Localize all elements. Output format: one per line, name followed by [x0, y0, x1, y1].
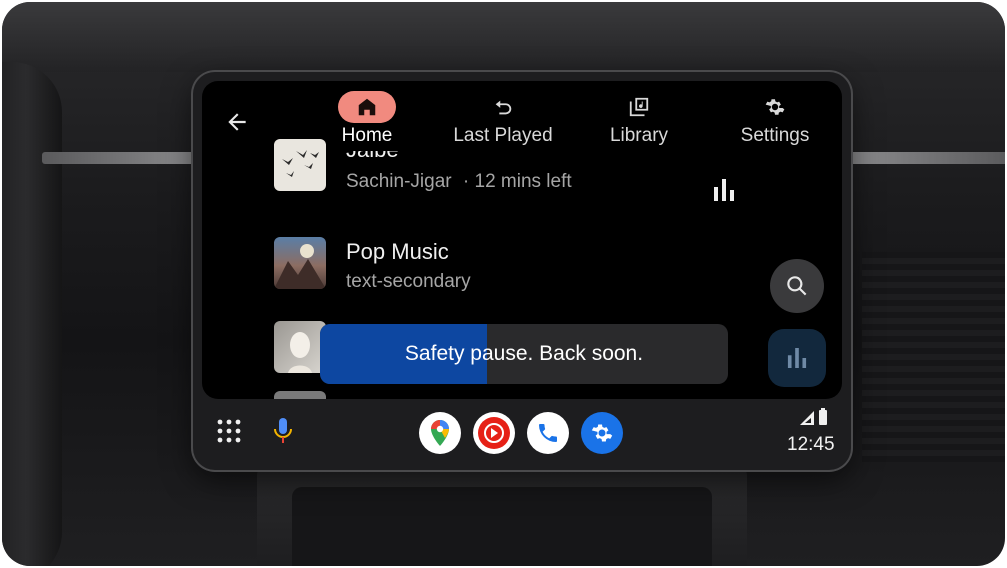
list-item-title: Pop Music [346, 239, 449, 264]
tab-library[interactable]: Library [574, 87, 704, 153]
list-item[interactable] [274, 391, 834, 399]
tab-home-indicator [338, 91, 396, 123]
search-button[interactable] [770, 259, 824, 313]
album-art-birds [274, 139, 326, 191]
list-item-subtitle: Sachin-Jigar · 12 mins left [346, 171, 572, 193]
tab-settings-icon-wrap [746, 91, 804, 123]
phone-icon[interactable] [527, 412, 569, 454]
toast-message: Safety pause. Back soon. [404, 342, 644, 365]
steering-wheel [2, 62, 62, 566]
head-unit-screen: Home Last Played Library Settings Jalbe … [193, 72, 851, 470]
gear-icon [765, 99, 785, 115]
mic-icon[interactable] [273, 417, 293, 445]
dash-trim-right [850, 152, 1005, 164]
tab-library-label: Library [609, 125, 669, 146]
clock: 12:45 [787, 434, 835, 455]
album-art [274, 391, 326, 399]
equalizer-icon [787, 348, 807, 368]
media-panel: Home Last Played Library Settings Jalbe … [202, 81, 842, 399]
arrow-left-icon [228, 113, 246, 131]
youtube-music-icon[interactable] [473, 412, 515, 454]
signal-icon [800, 411, 814, 425]
list-item-artist: Sachin-Jigar [346, 171, 452, 192]
dashboard-top [2, 2, 1005, 72]
now-playing-button[interactable] [768, 329, 826, 387]
safety-pause-toast: Safety pause. Back soon. [320, 324, 728, 384]
album-art-mountain [274, 237, 326, 289]
maps-icon[interactable] [419, 412, 461, 454]
back-button[interactable] [222, 109, 252, 139]
air-vent [862, 252, 1005, 462]
album-art-portrait [274, 321, 326, 373]
tab-last-played-icon-wrap [474, 91, 532, 123]
equalizer-icon [714, 179, 734, 201]
list-item[interactable]: Pop Music text-secondary [274, 237, 834, 293]
list-item[interactable]: Jalbe Sachin-Jigar · 12 mins left [274, 139, 834, 209]
center-console-inner [292, 487, 712, 566]
settings-app-icon[interactable] [581, 412, 623, 454]
list-item-subtitle: text-secondary [346, 271, 471, 292]
home-icon [358, 98, 376, 116]
dash-trim-left [42, 152, 197, 164]
tab-settings[interactable]: Settings [710, 87, 840, 153]
list-item-time-left: · 12 mins left [462, 171, 572, 192]
tab-last-played[interactable]: Last Played [438, 87, 568, 153]
tab-last-played-label: Last Played [453, 125, 553, 146]
tab-library-icon-wrap [610, 91, 668, 123]
tab-settings-label: Settings [740, 125, 810, 146]
history-icon [495, 100, 512, 115]
app-grid-icon[interactable] [217, 419, 241, 443]
car-dashboard-photo: Home Last Played Library Settings Jalbe … [2, 2, 1005, 566]
battery-icon [819, 408, 827, 425]
search-icon [787, 276, 807, 296]
tab-bar: Home Last Played Library Settings [302, 87, 842, 153]
library-icon [629, 97, 649, 117]
